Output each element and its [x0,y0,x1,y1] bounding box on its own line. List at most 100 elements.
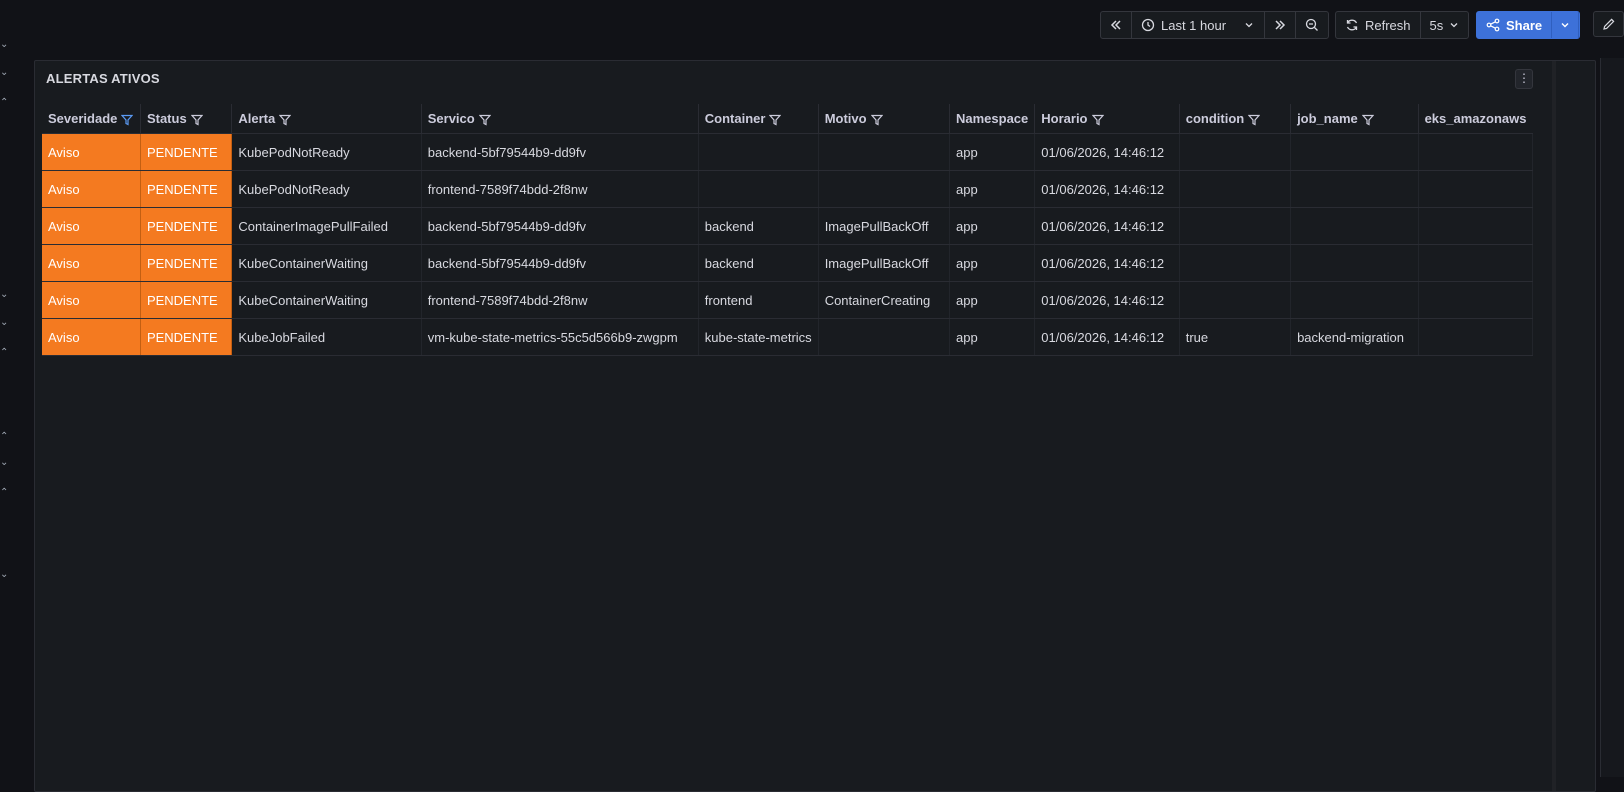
filter-icon[interactable] [478,114,491,126]
chevron-up-icon[interactable]: ⌃ [0,98,10,108]
column-header-motivo[interactable]: Motivo [818,104,950,134]
share-group: Share [1476,11,1581,39]
chevron-up-icon[interactable]: ⌃ [0,432,10,442]
zoom-out-icon [1305,18,1319,31]
filter-icon[interactable] [279,114,292,126]
filter-icon[interactable] [1248,114,1261,126]
time-picker-group: Last 1 hour [1100,11,1330,39]
cell-namespace: app [949,133,1036,171]
column-label: Horario [1041,111,1088,126]
cell-horario: 01/06/2026, 14:46:12 [1034,244,1180,282]
refresh-interval-picker[interactable]: 5s [1421,12,1469,38]
cell-eks-amazonaws [1418,244,1533,282]
cell-horario: 01/06/2026, 14:46:12 [1034,318,1180,356]
chevron-down-icon [1450,23,1458,28]
cell-namespace: app [949,207,1036,245]
chevron-double-left-icon [1110,20,1121,30]
table-row[interactable]: Aviso PENDENTE ContainerImagePullFailed bac… [42,207,1533,245]
cell-motivo [818,318,950,356]
chevron-down-icon[interactable]: ⌄ [0,570,10,580]
table-row[interactable]: Aviso PENDENTE KubeJobFailed vm-kube-state-… [42,318,1533,356]
column-header-namespace[interactable]: Namespace [949,104,1036,134]
cell-eks-amazonaws [1418,318,1533,356]
column-header-horario[interactable]: Horario [1034,104,1180,134]
cell-servico: frontend-7589f74bdd-2f8nw [421,170,699,208]
edit-button[interactable] [1593,11,1624,37]
cell-namespace: app [949,318,1036,356]
refresh-group: Refresh 5s [1335,11,1470,39]
time-range-picker[interactable]: Last 1 hour [1132,12,1266,38]
time-shift-forward-button[interactable] [1265,12,1297,38]
cell-eks-amazonaws [1418,281,1533,319]
chevron-down-icon[interactable]: ⌄ [0,318,10,328]
cell-horario: 01/06/2026, 14:46:12 [1034,133,1180,171]
column-label: Namespace [955,111,1029,126]
refresh-button[interactable]: Refresh [1336,12,1421,38]
cell-status: PENDENTE [140,133,233,171]
filter-icon[interactable] [1091,114,1104,126]
column-header-eks-amazonaws[interactable]: eks_amazonaws [1418,104,1533,134]
cell-status: PENDENTE [140,318,233,356]
cell-servico: vm-kube-state-metrics-55c5d566b9-zwgpm [421,318,699,356]
column-label: eks_amazonaws [1424,111,1527,126]
alerts-panel: ALERTAS ATIVOS ⋮ Severidade Status Alert… [34,60,1596,792]
chevron-down-icon[interactable]: ⌄ [0,290,10,300]
share-label: Share [1506,17,1543,33]
scrollbar-track[interactable] [1552,61,1556,791]
chevron-down-icon[interactable]: ⌄ [0,458,10,468]
column-header-container[interactable]: Container [698,104,819,134]
cell-job-name [1290,207,1419,245]
chevron-down-icon [1245,23,1253,28]
cell-container: backend [698,207,819,245]
cell-motivo: ContainerCreating [818,281,950,319]
share-options-button[interactable] [1552,12,1580,38]
filter-icon[interactable] [769,114,782,126]
panel-menu-button[interactable]: ⋮ [1515,69,1533,89]
kebab-menu-icon: ⋮ [1518,71,1530,85]
cell-motivo [818,170,950,208]
cell-severidade: Aviso [42,318,141,356]
time-shift-back-button[interactable] [1101,12,1132,38]
time-range-label: Last 1 hour [1161,17,1227,33]
table-row[interactable]: Aviso PENDENTE KubeContainerWaiting backend… [42,244,1533,282]
chevron-down-icon[interactable]: ⌄ [0,68,10,78]
cell-job-name [1290,170,1419,208]
cell-status: PENDENTE [140,244,233,282]
table-header-row: Severidade Status Alerta Servico Contain… [42,104,1533,134]
cell-container: frontend [698,281,819,319]
column-label: condition [1185,111,1245,126]
cell-condition [1179,207,1292,245]
column-label: job_name [1297,111,1358,126]
column-header-severidade[interactable]: Severidade [42,104,141,134]
cell-severidade: Aviso [42,281,141,319]
column-header-condition[interactable]: condition [1179,104,1292,134]
table-row[interactable]: Aviso PENDENTE KubeContainerWaiting fronten… [42,281,1533,319]
column-label: Servico [427,111,475,126]
cell-namespace: app [949,281,1036,319]
chevron-up-icon[interactable]: ⌃ [0,348,10,358]
column-header-servico[interactable]: Servico [421,104,699,134]
share-button[interactable]: Share [1477,12,1553,38]
column-header-job-name[interactable]: job_name [1290,104,1419,134]
filter-icon[interactable] [190,114,203,126]
table-row[interactable]: Aviso PENDENTE KubePodNotReady frontend-758… [42,170,1533,208]
chevron-down-icon[interactable]: ⌄ [0,40,10,50]
refresh-toolbar: Refresh 5s [1335,11,1470,39]
column-header-status[interactable]: Status [140,104,233,134]
filter-icon[interactable] [1361,114,1374,126]
cell-container [698,133,819,171]
table-row[interactable]: Aviso PENDENTE KubePodNotReady backend-5bf7… [42,133,1533,171]
column-label: Container [704,111,766,126]
cell-container [698,170,819,208]
cell-condition [1179,133,1292,171]
refresh-interval-value: 5s [1429,17,1444,33]
vertical-scrollbar[interactable] [1550,61,1558,791]
filter-icon[interactable] [870,114,883,126]
cell-horario: 01/06/2026, 14:46:12 [1034,281,1180,319]
chevron-down-icon [1561,23,1569,28]
collapsed-nav-strip: ⌄ ⌄ ⌃ ⌄ ⌄ ⌃ ⌃ ⌄ ⌃ ⌄ [0,0,14,777]
chevron-up-icon[interactable]: ⌃ [0,488,10,498]
column-header-alerta[interactable]: Alerta [231,104,422,134]
zoom-out-button[interactable] [1296,12,1328,38]
filter-icon[interactable] [121,114,134,126]
